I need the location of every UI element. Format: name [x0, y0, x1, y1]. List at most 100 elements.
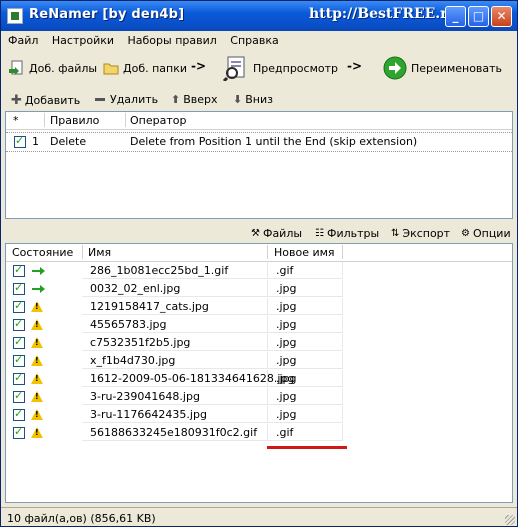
- rules-header: * Правило Оператор: [6, 112, 512, 130]
- file-name: 3-ru-1176642435.jpg: [90, 408, 207, 421]
- delete-rule-button[interactable]: Удалить: [95, 93, 158, 106]
- col-separator: [267, 245, 268, 259]
- add-folder-icon: [103, 63, 119, 75]
- file-row[interactable]: c7532351f2b5.jpg .jpg: [6, 334, 512, 352]
- file-row[interactable]: 3-ru-239041648.jpg .jpg: [6, 388, 512, 406]
- minimize-button[interactable]: _: [445, 6, 466, 27]
- menu-rulesets[interactable]: Наборы правил: [123, 31, 222, 47]
- file-row[interactable]: 3-ru-1176642435.jpg .jpg: [6, 406, 512, 424]
- file-checkbox[interactable]: [13, 425, 25, 439]
- app-window: ReNamer [by den4b] http://BestFREE.ru _ …: [0, 0, 518, 527]
- rename-label: Переименовать: [411, 61, 503, 75]
- rules-col-operator[interactable]: Оператор: [130, 114, 186, 127]
- warning-icon: [31, 301, 43, 312]
- rules-col-check[interactable]: *: [13, 114, 19, 127]
- rules-col-rule[interactable]: Правило: [50, 114, 99, 127]
- file-checkbox[interactable]: [13, 263, 25, 277]
- tab-export[interactable]: ⇅ Экспорт: [391, 227, 450, 240]
- warning-icon: [31, 319, 43, 330]
- move-up-label: Вверх: [183, 93, 218, 106]
- filter-icon: ☷: [315, 228, 324, 239]
- flow-arrow-2: ->: [347, 59, 363, 73]
- tab-options[interactable]: ⚙ Опции: [461, 227, 511, 240]
- file-row[interactable]: 0032_02_enl.jpg .jpg: [6, 280, 512, 298]
- file-checkbox[interactable]: [13, 371, 25, 385]
- file-new-name: .jpg: [276, 354, 297, 367]
- file-name: 0032_02_enl.jpg: [90, 282, 181, 295]
- rule-row[interactable]: 1 Delete Delete from Position 1 until th…: [6, 132, 512, 152]
- file-new-name: .gif: [276, 264, 294, 277]
- file-new-name: .jpg: [276, 372, 297, 385]
- move-down-button[interactable]: ⬇ Вниз: [233, 93, 273, 106]
- file-name: 56188633245e180931f0c2.gif: [90, 426, 258, 439]
- files-col-state[interactable]: Состояние: [12, 246, 73, 259]
- files-table[interactable]: Состояние Имя Новое имя 286_1b081ecc25bd…: [5, 243, 513, 503]
- rename-button[interactable]: Переименовать: [383, 54, 502, 82]
- file-checkbox[interactable]: [13, 335, 25, 349]
- menu-file[interactable]: Файл: [1, 31, 43, 47]
- col-separator: [342, 245, 343, 259]
- file-name: x_f1b4d730.jpg: [90, 354, 176, 367]
- green-arrow-icon: [32, 267, 45, 275]
- warning-icon: [31, 337, 43, 348]
- preview-icon: [223, 56, 245, 81]
- file-checkbox[interactable]: [13, 281, 25, 295]
- add-folders-label: Доб. папки: [123, 61, 188, 75]
- file-row[interactable]: 1219158417_cats.jpg .jpg: [6, 298, 512, 316]
- warning-icon: [31, 355, 43, 366]
- files-col-name[interactable]: Имя: [88, 246, 111, 259]
- file-row[interactable]: 45565783.jpg .jpg: [6, 316, 512, 334]
- rules-table[interactable]: * Правило Оператор 1 Delete Delete from …: [5, 111, 513, 219]
- files-tab-icon: ⚒: [251, 228, 260, 239]
- menu-help[interactable]: Справка: [225, 31, 283, 47]
- files-tabs: ⚒ Файлы ☷ Фильтры ⇅ Экспорт ⚙ Опции: [1, 223, 517, 243]
- add-folders-button[interactable]: Доб. папки: [103, 57, 187, 79]
- resize-grip[interactable]: [505, 515, 515, 525]
- file-checkbox[interactable]: [13, 317, 25, 331]
- rule-checkbox[interactable]: [14, 134, 26, 148]
- file-checkbox[interactable]: [13, 389, 25, 403]
- menu-settings[interactable]: Настройки: [47, 31, 119, 47]
- file-row[interactable]: 56188633245e180931f0c2.gif .gif: [6, 424, 512, 442]
- tab-files[interactable]: ⚒ Файлы: [251, 227, 302, 240]
- file-row[interactable]: x_f1b4d730.jpg .jpg: [6, 352, 512, 370]
- file-row[interactable]: 286_1b081ecc25bd_1.gif .gif: [6, 262, 512, 280]
- tab-filters[interactable]: ☷ Фильтры: [315, 227, 379, 240]
- add-files-button[interactable]: Доб. файлы: [9, 57, 97, 79]
- preview-label: Предпросмотр: [253, 61, 338, 75]
- add-rule-button[interactable]: ✚ Добавить: [11, 93, 80, 108]
- file-name: 286_1b081ecc25bd_1.gif: [90, 264, 229, 277]
- preview-button[interactable]: Предпросмотр: [223, 54, 338, 82]
- maximize-button[interactable]: □: [468, 6, 489, 27]
- app-icon: [7, 8, 23, 24]
- file-new-name: .jpg: [276, 300, 297, 313]
- watermark: http://BestFREE.ru: [309, 6, 458, 22]
- warning-icon: [31, 409, 43, 420]
- file-name: 1612-2009-05-06-181334641628.jpg: [90, 372, 295, 385]
- add-files-label: Доб. файлы: [29, 61, 98, 75]
- close-button[interactable]: ✕: [491, 6, 512, 27]
- export-icon: ⇅: [391, 228, 400, 239]
- file-new-name: .gif: [276, 426, 294, 439]
- move-up-button[interactable]: ⬆ Вверх: [171, 93, 218, 106]
- arrow-up-icon: ⬆: [171, 93, 181, 106]
- rule-operator: Delete from Position 1 until the End (sk…: [130, 135, 418, 148]
- files-header: Состояние Имя Новое имя: [6, 244, 512, 262]
- file-row[interactable]: 1612-2009-05-06-181334641628.jpg.jpg: [6, 370, 512, 388]
- green-arrow-icon: [32, 285, 45, 293]
- file-checkbox[interactable]: [13, 407, 25, 421]
- warning-icon: [31, 373, 43, 384]
- col-separator: [125, 113, 126, 127]
- add-rule-label: Добавить: [24, 94, 81, 107]
- highlight-underline: [267, 446, 347, 449]
- window-title: ReNamer [by den4b]: [29, 7, 185, 22]
- rename-go-icon: [383, 56, 407, 80]
- status-text: 10 файл(а,ов) (856,61 KB): [7, 512, 156, 525]
- title-bar[interactable]: ReNamer [by den4b] http://BestFREE.ru _ …: [1, 1, 517, 31]
- file-checkbox[interactable]: [13, 353, 25, 367]
- file-checkbox[interactable]: [13, 299, 25, 313]
- files-col-newname[interactable]: Новое имя: [274, 246, 335, 259]
- file-new-name: .jpg: [276, 336, 297, 349]
- tab-files-label: Файлы: [262, 227, 303, 240]
- arrow-down-icon: ⬇: [233, 93, 243, 106]
